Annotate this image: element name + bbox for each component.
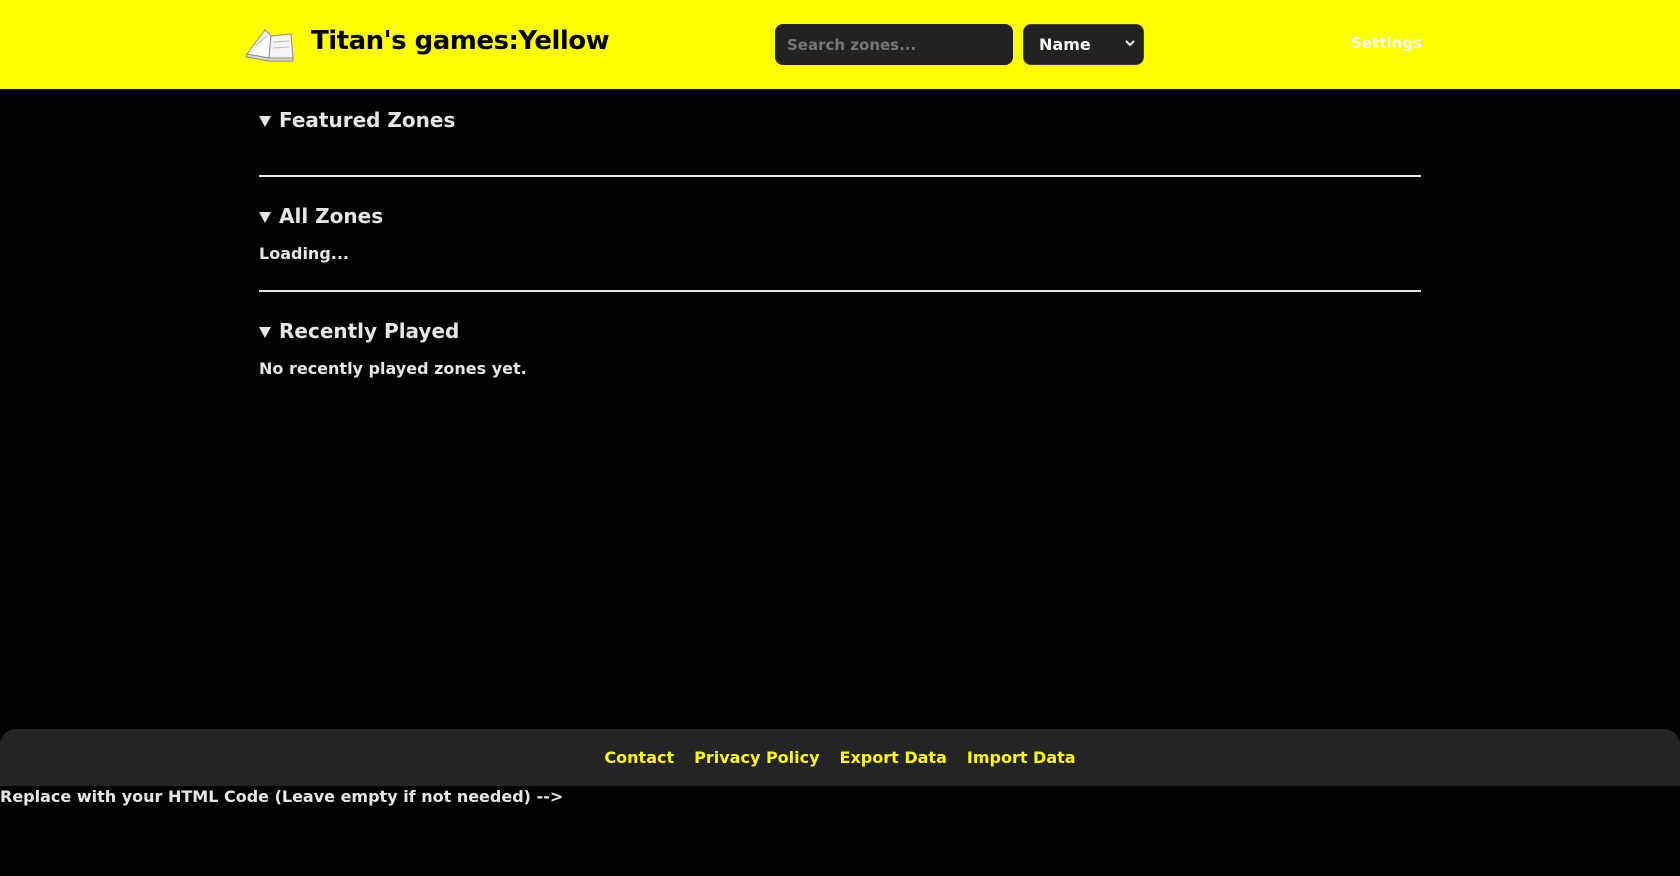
recently-played-section: Recently Played No recently played zones… [259, 319, 1421, 378]
sort-select[interactable]: Name [1023, 24, 1144, 65]
caret-down-icon [259, 211, 271, 223]
all-zones-title: All Zones [279, 204, 384, 228]
section-divider [259, 175, 1421, 177]
all-zones-status: Loading... [259, 244, 349, 263]
settings-link[interactable]: Settings [1351, 34, 1422, 52]
footer-link-import-data[interactable]: Import Data [967, 748, 1076, 767]
recently-played-title: Recently Played [279, 319, 460, 343]
footer-link-export-data[interactable]: Export Data [840, 748, 947, 767]
footer-link-privacy-policy[interactable]: Privacy Policy [694, 748, 819, 767]
placeholder-note: Replace with your HTML Code (Leave empty… [0, 787, 564, 806]
chevron-down-icon [1125, 40, 1135, 47]
section-divider [259, 290, 1421, 292]
open-book-icon[interactable] [243, 24, 297, 64]
caret-down-icon [259, 115, 271, 127]
featured-zones-section: Featured Zones [259, 108, 1421, 132]
recently-played-empty-message: No recently played zones yet. [259, 359, 527, 378]
recently-played-toggle[interactable]: Recently Played [259, 319, 1421, 343]
site-title: Titan's games:Yellow [311, 26, 610, 56]
footer-link-contact[interactable]: Contact [604, 748, 674, 767]
featured-zones-title: Featured Zones [279, 108, 456, 132]
all-zones-toggle[interactable]: All Zones [259, 204, 1421, 228]
featured-zones-toggle[interactable]: Featured Zones [259, 108, 1421, 132]
caret-down-icon [259, 326, 271, 338]
sort-select-value: Name [1039, 35, 1091, 54]
all-zones-section: All Zones Loading... [259, 204, 1421, 263]
search-input[interactable] [775, 24, 1013, 65]
site-header: Titan's games:Yellow Name Settings [0, 0, 1680, 89]
site-footer: Contact Privacy Policy Export Data Impor… [0, 729, 1680, 786]
